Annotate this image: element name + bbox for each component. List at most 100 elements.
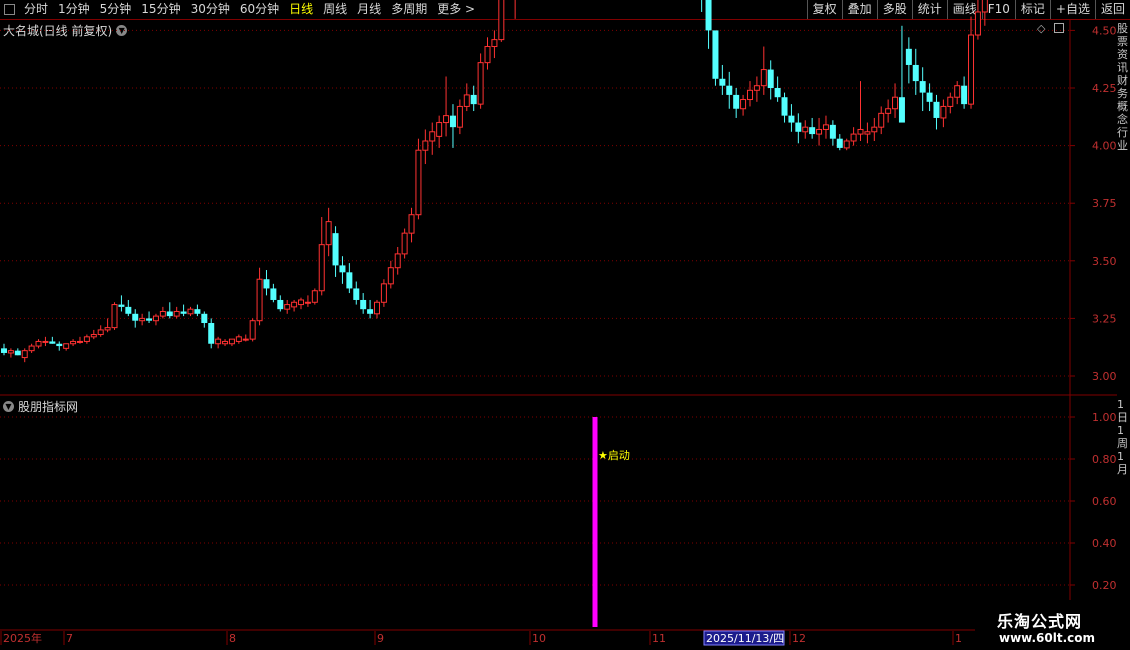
candle-body [836, 138, 843, 148]
candle [387, 260, 394, 289]
candle [719, 64, 726, 95]
candle [104, 318, 111, 333]
x-axis-label: 1 [955, 632, 962, 645]
candle [42, 336, 49, 347]
candle [270, 283, 277, 303]
candle-body [35, 340, 42, 347]
candle-body [394, 253, 401, 269]
candle-body [968, 34, 975, 105]
candle [380, 279, 387, 307]
candle-body [767, 69, 774, 88]
candle [7, 348, 14, 358]
candle-body [97, 329, 104, 336]
candle-body [380, 283, 387, 303]
price-tick-label: 3.75 [1092, 197, 1117, 210]
candle [974, 0, 981, 40]
candle-body [373, 301, 380, 315]
candle [514, 0, 516, 19]
candle [318, 217, 325, 296]
candle [443, 76, 450, 137]
candle [76, 336, 83, 344]
candle-body [491, 39, 498, 48]
candle-body [781, 97, 788, 116]
candle [947, 92, 954, 114]
candle-body [21, 350, 28, 359]
candle [291, 299, 298, 312]
x-axis-label: 2025年 [3, 631, 42, 645]
candle-body [740, 99, 747, 110]
candle-body [401, 232, 408, 255]
candle-body [28, 345, 35, 352]
candle [35, 339, 42, 349]
indicator-tick-label: 0.80 [1092, 453, 1117, 466]
candle [892, 83, 899, 118]
x-axis-label: 11 [652, 632, 666, 645]
candle [415, 138, 422, 220]
candle [284, 299, 291, 314]
x-axis-label: 8 [229, 632, 236, 645]
candle-body [864, 131, 871, 135]
watermark-title: 乐淘公式网 [997, 612, 1083, 631]
kline-chart[interactable]: ★启动 5.505.255.004.754.504.254.003.753.50… [0, 0, 1130, 650]
candle [325, 207, 332, 257]
candle-body [63, 343, 70, 349]
candle-body [215, 338, 222, 345]
candle-body [443, 115, 450, 124]
indicator-tick-label: 1.00 [1092, 411, 1117, 424]
indicator-tick-label: 0.60 [1092, 495, 1117, 508]
candle-body [816, 128, 823, 135]
candle [843, 138, 850, 151]
candle [373, 299, 380, 319]
candle-body [726, 85, 733, 95]
x-axis-label: 7 [66, 632, 73, 645]
candle-body [387, 267, 394, 285]
candle [809, 117, 816, 139]
candle [422, 129, 429, 165]
candle-body [242, 338, 249, 341]
candle-body [809, 127, 816, 135]
candle [367, 299, 374, 319]
candle [298, 297, 305, 310]
candle [767, 60, 774, 100]
candle [933, 94, 940, 130]
candle [139, 313, 146, 326]
x-axis-label: 10 [532, 632, 546, 645]
candle-body [829, 124, 836, 139]
candle-body [104, 327, 111, 331]
candle [774, 76, 781, 102]
candle-body [843, 140, 850, 149]
candle [21, 348, 28, 363]
candle [919, 67, 926, 112]
candle [14, 348, 21, 356]
candle [311, 288, 318, 305]
candle [954, 81, 961, 105]
candle-body [346, 272, 353, 289]
candle-body [339, 265, 346, 273]
candle-body [753, 85, 760, 91]
candle [705, 0, 712, 49]
candle-body [249, 320, 256, 340]
candle [477, 53, 484, 109]
candle-body [898, 97, 905, 123]
candle-body [353, 288, 360, 300]
candle [484, 37, 491, 70]
candle [733, 88, 740, 118]
candle [836, 134, 843, 151]
candle-body [719, 78, 726, 86]
candle-body [76, 340, 83, 343]
candle-body [187, 308, 194, 315]
candle [222, 339, 229, 347]
candle [97, 325, 104, 337]
price-tick-label: 4.00 [1092, 140, 1117, 153]
candle [394, 246, 401, 275]
candle [56, 341, 63, 351]
candle [912, 48, 919, 95]
candle [249, 318, 256, 342]
cursor-date-label: 2025/11/13/四 [706, 632, 784, 645]
candle [491, 30, 498, 59]
candle-body [408, 214, 415, 234]
candle [961, 76, 968, 109]
candle [1, 343, 7, 356]
signal-bar [592, 417, 598, 627]
price-tick-label: 3.25 [1092, 312, 1117, 325]
